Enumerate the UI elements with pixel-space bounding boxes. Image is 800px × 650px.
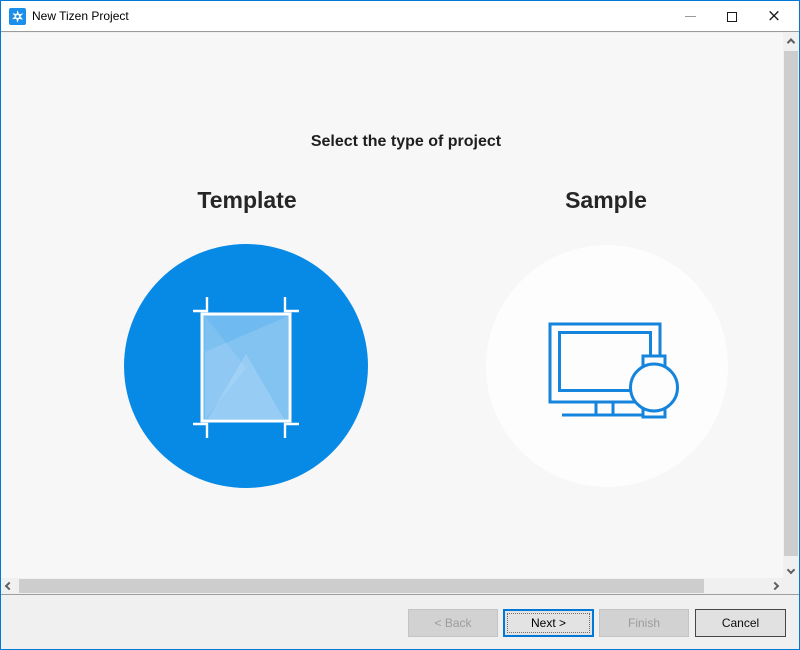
minimize-button[interactable]: [669, 1, 711, 32]
maximize-button[interactable]: [711, 1, 753, 32]
maximize-icon: [727, 12, 737, 22]
page-heading: Select the type of project: [106, 133, 706, 151]
vertical-scrollbar[interactable]: [783, 33, 799, 578]
new-tizen-project-dialog: New Tizen Project × Select the type of p…: [0, 0, 800, 650]
window-titlebar: New Tizen Project ×: [1, 1, 799, 32]
window-title: New Tizen Project: [32, 1, 129, 32]
sample-option-label: Sample: [456, 187, 756, 214]
template-icon: [124, 244, 368, 488]
scrollbar-corner: [783, 578, 799, 594]
finish-button[interactable]: Finish: [599, 609, 689, 637]
chevron-up-icon: [787, 38, 795, 46]
close-button[interactable]: ×: [753, 1, 795, 32]
window-controls: ×: [669, 1, 795, 32]
chevron-right-icon: [771, 582, 779, 590]
next-button[interactable]: Next >: [503, 609, 594, 637]
monitor-watch-icon: [486, 245, 728, 487]
horizontal-scrollbar-thumb[interactable]: [19, 579, 704, 593]
sample-option-button[interactable]: [486, 245, 728, 487]
template-option-button[interactable]: [124, 244, 368, 488]
template-option-label: Template: [97, 187, 397, 214]
scroll-left-button[interactable]: [1, 578, 17, 594]
chevron-down-icon: [787, 566, 795, 574]
scroll-up-button[interactable]: [783, 33, 799, 49]
vertical-scrollbar-thumb[interactable]: [784, 51, 798, 556]
cancel-button[interactable]: Cancel: [695, 609, 786, 637]
tizen-logo-icon: [9, 8, 26, 25]
back-button[interactable]: < Back: [408, 609, 498, 637]
wizard-page: Select the type of project Template Samp…: [1, 33, 783, 578]
button-bar: < Back Next > Finish Cancel: [1, 595, 799, 649]
close-icon: ×: [767, 8, 781, 25]
scroll-right-button[interactable]: [767, 578, 783, 594]
scroll-down-button[interactable]: [783, 562, 799, 578]
minimize-icon: [685, 16, 696, 17]
horizontal-scrollbar[interactable]: [1, 578, 783, 594]
chevron-left-icon: [5, 582, 13, 590]
